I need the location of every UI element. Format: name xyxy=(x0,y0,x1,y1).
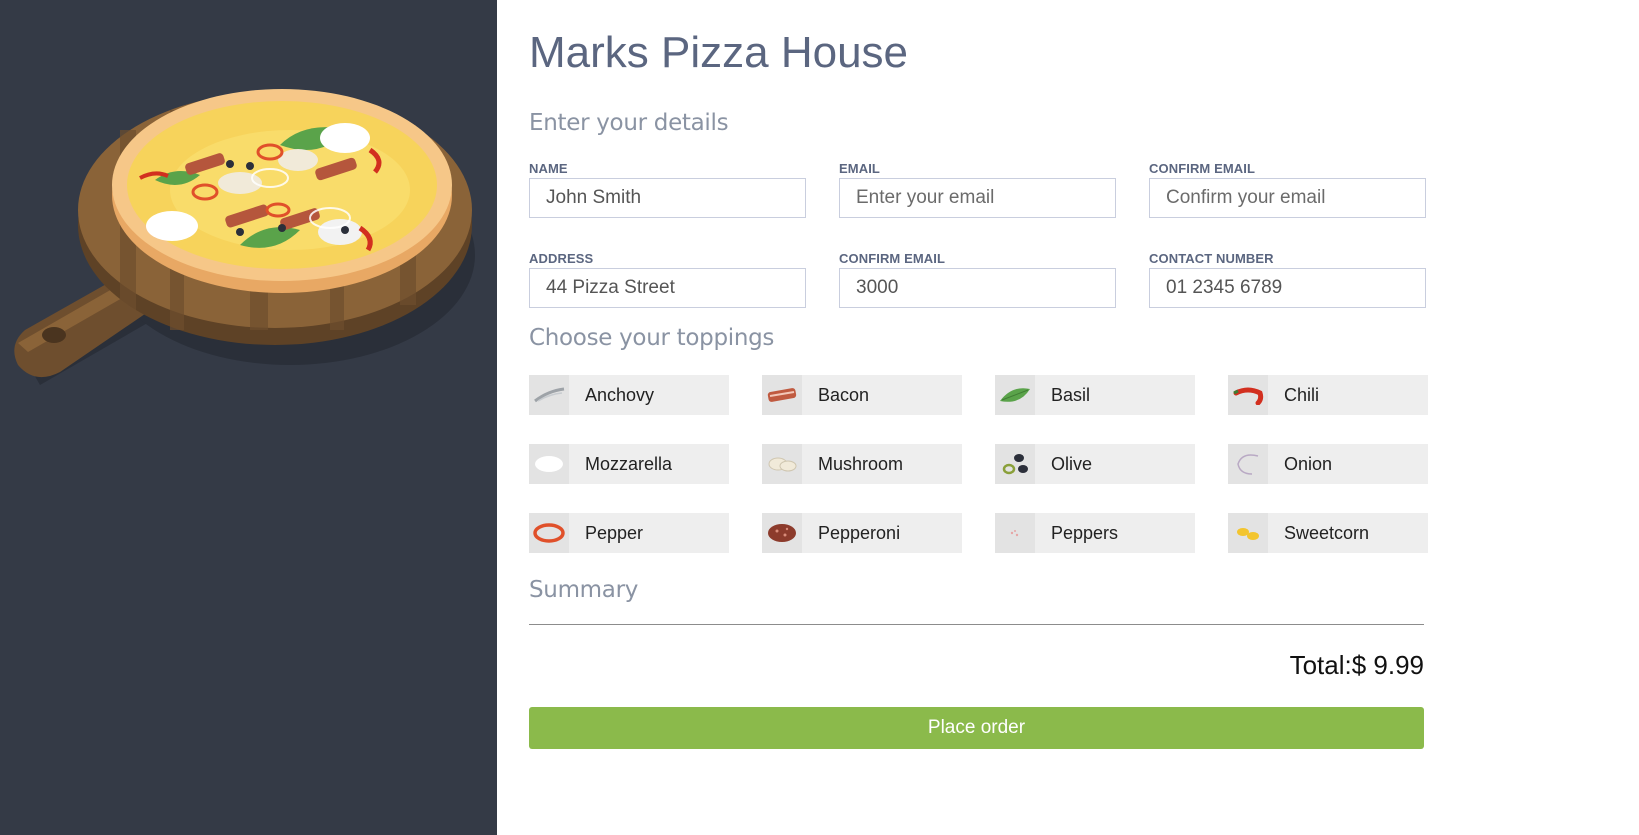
summary-heading: Summary xyxy=(529,577,639,603)
order-total: Total:$ 9.99 xyxy=(1289,650,1424,680)
topping-anchovy[interactable]: Anchovy xyxy=(529,375,729,415)
pizza-illustration xyxy=(14,89,475,385)
topping-label: Onion xyxy=(1284,453,1333,474)
anchovy-icon xyxy=(529,375,569,415)
topping-label: Basil xyxy=(1051,384,1091,405)
topping-sweetcorn[interactable]: Sweetcorn xyxy=(1228,513,1428,553)
topping-chili[interactable]: Chili xyxy=(1228,375,1428,415)
peppers-icon xyxy=(995,513,1035,553)
confirm-email-label: CONFIRM EMAIL xyxy=(1149,161,1256,176)
topping-label: Olive xyxy=(1051,453,1093,474)
topping-olive[interactable]: Olive xyxy=(995,444,1195,484)
place-order-button[interactable]: Place order xyxy=(529,707,1424,749)
email-input[interactable] xyxy=(839,178,1116,218)
topping-onion[interactable]: Onion xyxy=(1228,444,1428,484)
address-field: ADDRESS xyxy=(529,251,806,308)
name-input[interactable] xyxy=(529,178,806,218)
topping-label: Pepperoni xyxy=(818,522,901,543)
email-label: EMAIL xyxy=(839,161,880,176)
bacon-icon xyxy=(762,375,802,415)
postcode-label: CONFIRM EMAIL xyxy=(839,251,946,266)
topping-mushroom[interactable]: Mushroom xyxy=(762,444,962,484)
topping-pepperoni[interactable]: Pepperoni xyxy=(762,513,962,553)
summary-divider xyxy=(529,624,1424,625)
topping-label: Chili xyxy=(1284,384,1320,405)
mushroom-icon xyxy=(762,444,802,484)
topping-bacon[interactable]: Bacon xyxy=(762,375,962,415)
topping-label: Mushroom xyxy=(818,453,904,474)
address-label: ADDRESS xyxy=(529,251,594,266)
details-heading: Enter your details xyxy=(529,110,729,136)
chili-icon xyxy=(1228,375,1268,415)
basil-icon xyxy=(995,375,1035,415)
topping-pepper[interactable]: Pepper xyxy=(529,513,729,553)
topping-mozzarella[interactable]: Mozzarella xyxy=(529,444,729,484)
topping-peppers[interactable]: Peppers xyxy=(995,513,1195,553)
postcode-input[interactable] xyxy=(839,268,1116,308)
sweetcorn-icon xyxy=(1228,513,1268,553)
contact-number-label: CONTACT NUMBER xyxy=(1149,251,1274,266)
topping-basil[interactable]: Basil xyxy=(995,375,1195,415)
confirm-email-input[interactable] xyxy=(1149,178,1426,218)
pepperoni-icon xyxy=(762,513,802,553)
topping-label: Pepper xyxy=(585,522,644,543)
topping-label: Anchovy xyxy=(585,384,655,405)
address-input[interactable] xyxy=(529,268,806,308)
toppings-heading: Choose your toppings xyxy=(529,325,775,351)
pepper-icon xyxy=(529,513,569,553)
contact-number-input[interactable] xyxy=(1149,268,1426,308)
postcode-field: CONFIRM EMAIL xyxy=(839,251,1116,308)
email-field: EMAIL xyxy=(839,161,1116,218)
olive-icon xyxy=(995,444,1035,484)
sidebar-panel xyxy=(0,0,497,835)
topping-label: Peppers xyxy=(1051,522,1119,543)
contact-number-field: CONTACT NUMBER xyxy=(1149,251,1426,308)
topping-label: Mozzarella xyxy=(585,453,673,474)
name-label: NAME xyxy=(529,161,568,176)
topping-label: Sweetcorn xyxy=(1284,522,1370,543)
name-field: NAME xyxy=(529,161,806,218)
onion-icon xyxy=(1228,444,1268,484)
topping-label: Bacon xyxy=(818,384,870,405)
confirm-email-field: CONFIRM EMAIL xyxy=(1149,161,1426,218)
page-title: Marks Pizza House xyxy=(529,28,909,77)
mozzarella-icon xyxy=(529,444,569,484)
